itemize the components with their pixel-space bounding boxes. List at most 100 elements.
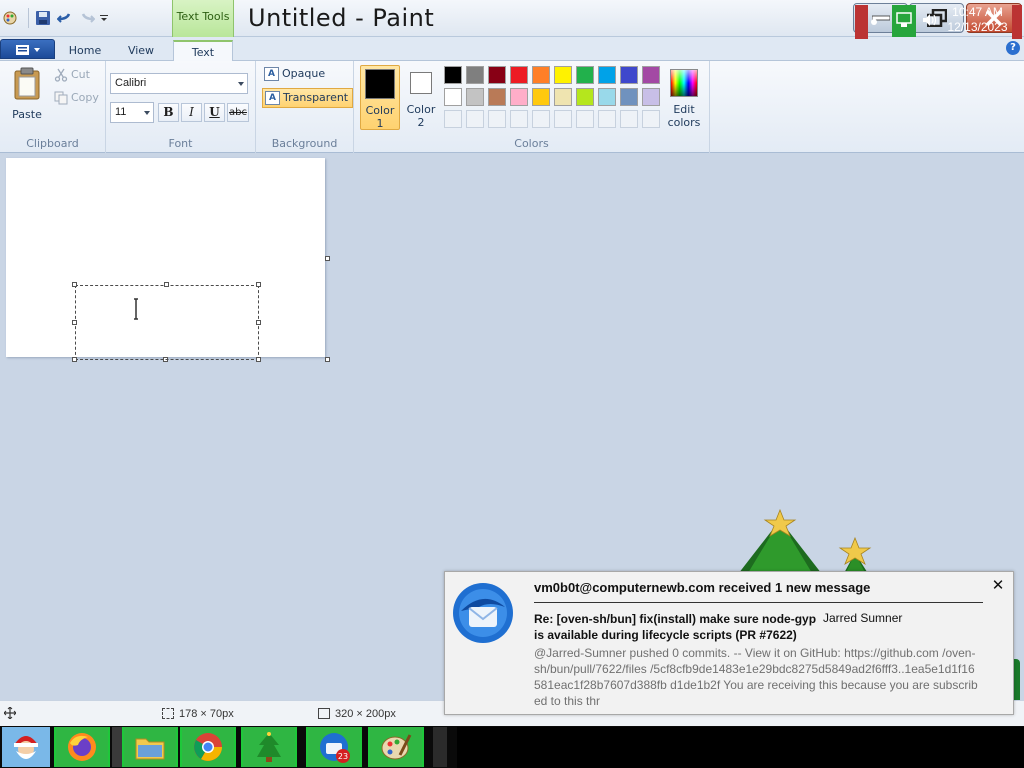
palette-swatch[interactable] (510, 88, 528, 106)
italic-button[interactable]: I (181, 103, 202, 122)
show-desktop-button[interactable] (1012, 5, 1022, 39)
opaque-button[interactable]: A Opaque (262, 65, 329, 85)
taskbar-overflow[interactable] (433, 727, 447, 767)
canvas-size-value: 320 × 200px (335, 708, 396, 720)
palette-swatch[interactable] (510, 66, 528, 84)
palette-custom-swatch[interactable] (620, 110, 638, 128)
color2-label: Color 2 (404, 103, 438, 129)
canvas-resize-handle-right[interactable] (325, 256, 330, 261)
color2-button[interactable]: Color 2 (404, 65, 438, 130)
redo-icon[interactable] (79, 10, 95, 26)
volume-icon[interactable] (921, 12, 937, 28)
cut-button[interactable]: Cut (54, 68, 90, 82)
palette-custom-swatch[interactable] (466, 110, 484, 128)
taskbar-firefox[interactable] (54, 727, 110, 767)
transparent-button[interactable]: A Transparent (262, 88, 354, 108)
text-tools-contextual-header: Text Tools (172, 0, 234, 37)
close-icon[interactable]: ✕ (991, 578, 1005, 593)
background-group-label: Background (271, 137, 338, 150)
palette-swatch[interactable] (598, 88, 616, 106)
palette-swatch[interactable] (576, 88, 594, 106)
palette-swatch[interactable] (576, 66, 594, 84)
palette-swatch[interactable] (444, 88, 462, 106)
firefox-icon (68, 733, 96, 761)
palette-swatch[interactable] (598, 66, 616, 84)
new-mail-notification[interactable]: vm0b0t@computernewb.com received 1 new m… (444, 571, 1014, 715)
palette-swatch[interactable] (532, 88, 550, 106)
taskbar-file-explorer[interactable] (122, 727, 178, 767)
palette-swatch[interactable] (554, 88, 572, 106)
strikethrough-button[interactable]: abc (227, 103, 249, 122)
palette-custom-swatch[interactable] (554, 110, 572, 128)
palette-swatch[interactable] (466, 88, 484, 106)
font-size-select[interactable]: 11 (110, 102, 154, 123)
tab-text[interactable]: Text (173, 40, 233, 62)
palette-swatch[interactable] (488, 88, 506, 106)
thunderbird-icon (453, 583, 513, 643)
palette-custom-swatch[interactable] (598, 110, 616, 128)
palette-custom-swatch[interactable] (576, 110, 594, 128)
underline-button[interactable]: U (204, 103, 225, 122)
text-box-handle[interactable] (72, 357, 77, 362)
palette-swatch[interactable] (620, 88, 638, 106)
canvas-resize-handle-corner[interactable] (325, 357, 330, 362)
selection-size-value: 178 × 70px (179, 708, 234, 720)
palette-swatch[interactable] (554, 66, 572, 84)
chevron-down-icon (238, 82, 244, 86)
paste-button[interactable]: Paste (8, 65, 46, 121)
palette-custom-swatch[interactable] (488, 110, 506, 128)
palette-swatch[interactable] (488, 66, 506, 84)
color1-label-line1: Color (365, 104, 395, 117)
palette-custom-swatch[interactable] (532, 110, 550, 128)
start-button[interactable] (2, 727, 50, 767)
taskbar-christmas-tree[interactable] (241, 727, 297, 767)
palette-custom-swatch[interactable] (642, 110, 660, 128)
palette-swatch[interactable] (466, 66, 484, 84)
notification-subject: Re: [oven-sh/bun] fix(install) make sure… (534, 612, 817, 642)
clock-time[interactable]: 10:47 AM (945, 5, 1010, 19)
paint-menu-button[interactable] (0, 39, 55, 59)
color2-label-line1: Color (406, 103, 436, 116)
cursor-position-icon (4, 707, 16, 719)
notification-sender: Jarred Sumner (823, 611, 903, 625)
system-tray (457, 727, 1024, 768)
palette-swatch[interactable] (532, 66, 550, 84)
palette-custom-swatch[interactable] (510, 110, 528, 128)
help-icon[interactable]: ? (1006, 41, 1020, 55)
network-icon[interactable] (892, 5, 916, 37)
scissors-icon (54, 68, 68, 82)
copy-button[interactable]: Copy (54, 91, 99, 105)
undo-icon[interactable] (57, 10, 73, 26)
tray-indicator[interactable] (855, 5, 868, 39)
taskbar-chrome[interactable] (180, 727, 236, 767)
tab-home[interactable]: Home (60, 40, 110, 62)
taskbar-thunderbird[interactable]: 23 (306, 727, 362, 767)
clock-date[interactable]: 12/13/2023 (943, 20, 1012, 34)
text-box-handle[interactable] (164, 282, 169, 287)
font-family-select[interactable]: Calibri (110, 73, 248, 94)
palette-swatch[interactable] (642, 88, 660, 106)
text-box-handle[interactable] (256, 357, 261, 362)
palette-swatch[interactable] (444, 66, 462, 84)
text-box-handle[interactable] (256, 320, 261, 325)
qat-separator (28, 8, 29, 28)
text-box-handle[interactable] (256, 282, 261, 287)
edit-colors-button[interactable]: Edit colors (666, 67, 702, 131)
copy-icon (54, 91, 68, 105)
save-icon[interactable] (35, 10, 51, 26)
palette-custom-swatch[interactable] (444, 110, 462, 128)
text-box-selection[interactable] (75, 285, 259, 360)
color2-label-line2: 2 (417, 116, 425, 129)
tab-view[interactable]: View (116, 40, 166, 62)
color1-label: Color 1 (361, 104, 399, 130)
palette-swatch[interactable] (620, 66, 638, 84)
taskbar-paint[interactable] (368, 727, 424, 767)
text-box-handle[interactable] (72, 320, 77, 325)
customize-qat-icon[interactable] (99, 12, 109, 24)
palette-swatch[interactable] (642, 66, 660, 84)
text-box-handle[interactable] (72, 282, 77, 287)
paint-app-icon[interactable] (2, 10, 18, 26)
color1-button[interactable]: Color 1 (360, 65, 400, 130)
transparent-label: Transparent (283, 91, 349, 104)
bold-button[interactable]: B (158, 103, 179, 122)
